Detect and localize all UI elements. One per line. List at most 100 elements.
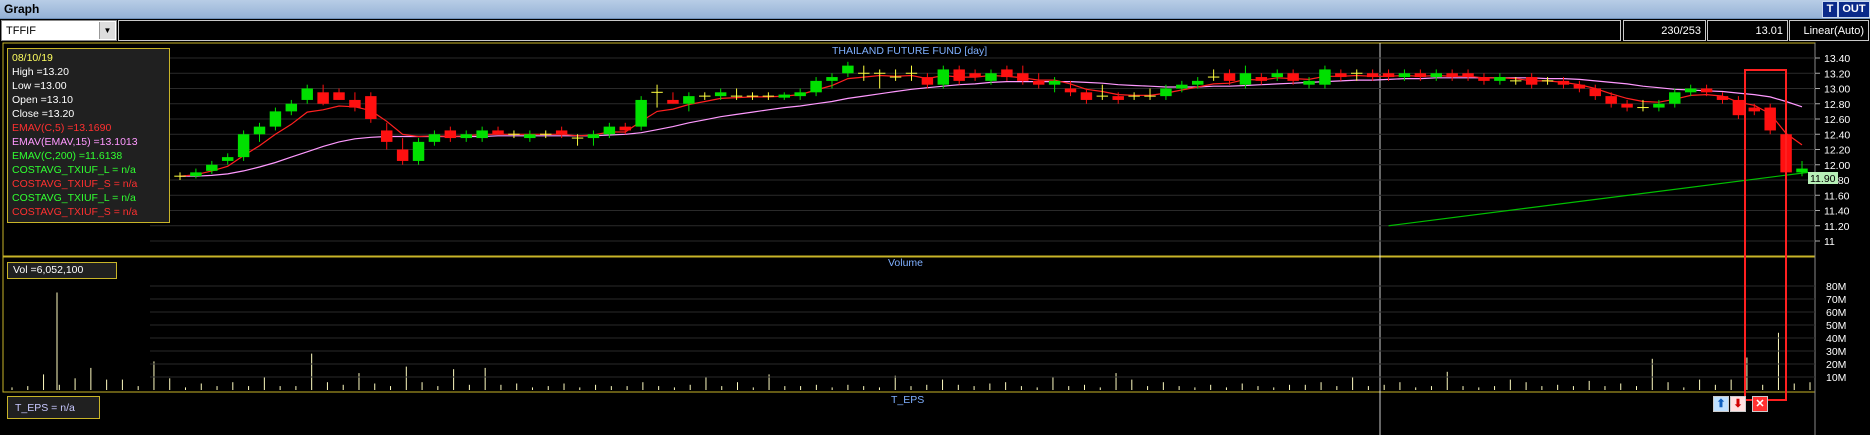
candle-body	[1764, 107, 1776, 131]
volume-tick-label: 80M	[1826, 281, 1846, 293]
candle-body	[1716, 96, 1729, 100]
price-tick-label: 13.20	[1824, 68, 1850, 80]
legend-cost-l1: COSTAVG_TXIUF_L = n/a	[12, 164, 136, 176]
candle-body	[381, 130, 393, 142]
candle-body	[1192, 80, 1204, 85]
legend-low: Low =13.00	[12, 80, 67, 92]
candle-body	[1255, 77, 1268, 81]
candle-body	[985, 73, 997, 81]
price-tick-label: 13.00	[1824, 84, 1850, 96]
legend-ema5: EMAV(C,5) =13.1690	[12, 122, 112, 134]
candle-body	[428, 134, 441, 142]
candle-body	[1064, 88, 1077, 93]
candle-body	[1430, 73, 1442, 78]
legend-cost-l2: COSTAVG_TXIUF_L = n/a	[12, 192, 136, 204]
candle-body	[269, 111, 282, 127]
candle-body	[333, 92, 345, 100]
arrow-down-icon[interactable]: ⬇	[1730, 396, 1746, 412]
candle-body	[1335, 73, 1347, 78]
candle-body	[555, 130, 568, 135]
candle-body	[1573, 84, 1586, 89]
candle-body	[1525, 77, 1538, 85]
price-tick-label: 12.80	[1824, 99, 1850, 111]
price-panel-title: THAILAND FUTURE FUND [day]	[832, 45, 988, 57]
arrow-up-icon[interactable]: ⬆	[1713, 396, 1729, 412]
candle-body	[1462, 73, 1474, 78]
candle-body	[842, 65, 854, 74]
candle-body	[1080, 92, 1093, 100]
candle-body	[301, 88, 313, 100]
candle-body	[1398, 73, 1411, 78]
candle-body	[1287, 73, 1299, 81]
price-tick-label: 11	[1824, 236, 1835, 248]
legend-ema200: EMAV(C,200) =11.6138	[12, 150, 123, 162]
candle-body	[1557, 80, 1570, 85]
candle-body	[953, 69, 965, 81]
candle-body	[524, 134, 536, 139]
candle-body	[969, 73, 981, 78]
volume-tick-label: 60M	[1826, 307, 1846, 319]
price-tick-label: 11.40	[1824, 206, 1850, 218]
volume-panel-title: Volume	[888, 257, 924, 269]
candle-body	[810, 80, 822, 93]
candle-body	[206, 164, 218, 171]
candle-body	[826, 77, 838, 81]
candle-body	[285, 103, 298, 112]
candle-body	[1112, 96, 1124, 100]
candle-body	[396, 149, 409, 161]
candle-body	[635, 99, 647, 127]
price-tick-label: 12.20	[1824, 145, 1850, 157]
candle-body	[1669, 92, 1681, 104]
legend-open: Open =13.10	[12, 94, 74, 106]
candle-body	[714, 92, 727, 97]
candle-body	[1494, 77, 1506, 81]
candle-body	[1414, 73, 1427, 78]
stock-chart[interactable]: 13.40 13.20 13.00 12.80 12.60 12.40 12.20 12.00…	[0, 0, 1870, 435]
candle-body	[1653, 103, 1665, 108]
candle-body	[603, 126, 616, 135]
candle-body	[921, 77, 934, 85]
candle-body	[1032, 80, 1045, 85]
volume-tick-label: 40M	[1826, 333, 1846, 345]
candle-body	[1796, 168, 1808, 173]
candle-body	[1239, 73, 1252, 85]
candle-body	[476, 130, 488, 139]
volume-tick-label: 20M	[1826, 359, 1846, 371]
last-price-label: 11.90	[1810, 173, 1836, 185]
candle-body	[1605, 96, 1617, 104]
eps-panel-title: T_EPS	[891, 394, 925, 406]
price-tick-label: 13.40	[1824, 53, 1850, 65]
close-icon[interactable]: ✕	[1752, 396, 1768, 412]
legend-emav15: EMAV(EMAV,15) =13.1013	[12, 136, 138, 148]
candle-body	[1732, 99, 1745, 116]
candle-body	[1271, 73, 1283, 78]
candle-body	[1319, 69, 1331, 85]
candle-body	[667, 99, 679, 104]
price-tick-label: 12.40	[1824, 129, 1850, 141]
candle-body	[412, 141, 425, 161]
candle-body	[365, 96, 377, 119]
candle-body	[1048, 80, 1061, 85]
legend-cost-s2: COSTAVG_TXIUF_S = n/a	[12, 206, 138, 218]
candle-body	[253, 126, 266, 135]
candle-body	[1001, 69, 1013, 78]
candle-body	[1748, 107, 1761, 112]
candle-body	[317, 92, 329, 104]
candle-body	[683, 96, 695, 104]
volume-tick-label: 30M	[1826, 346, 1846, 358]
legend-date: 08/10/19	[12, 52, 53, 64]
candle-body	[1176, 84, 1188, 89]
candle-body	[221, 157, 234, 161]
eps-legend: T_EPS = n/a	[7, 396, 100, 419]
volume-tick-label: 50M	[1826, 320, 1846, 332]
candle-body	[1382, 73, 1395, 78]
candle-body	[1223, 73, 1236, 81]
volume-legend: Vol =6,052,100	[7, 262, 117, 279]
legend-cost-s1: COSTAVG_TXIUF_S = n/a	[12, 178, 138, 190]
candle-body	[1589, 88, 1601, 97]
candle-body	[349, 99, 361, 108]
candle-body	[778, 94, 790, 98]
price-tick-label: 11.20	[1824, 221, 1850, 233]
price-tick-label: 11.60	[1824, 190, 1850, 202]
candle-body	[1160, 88, 1172, 97]
